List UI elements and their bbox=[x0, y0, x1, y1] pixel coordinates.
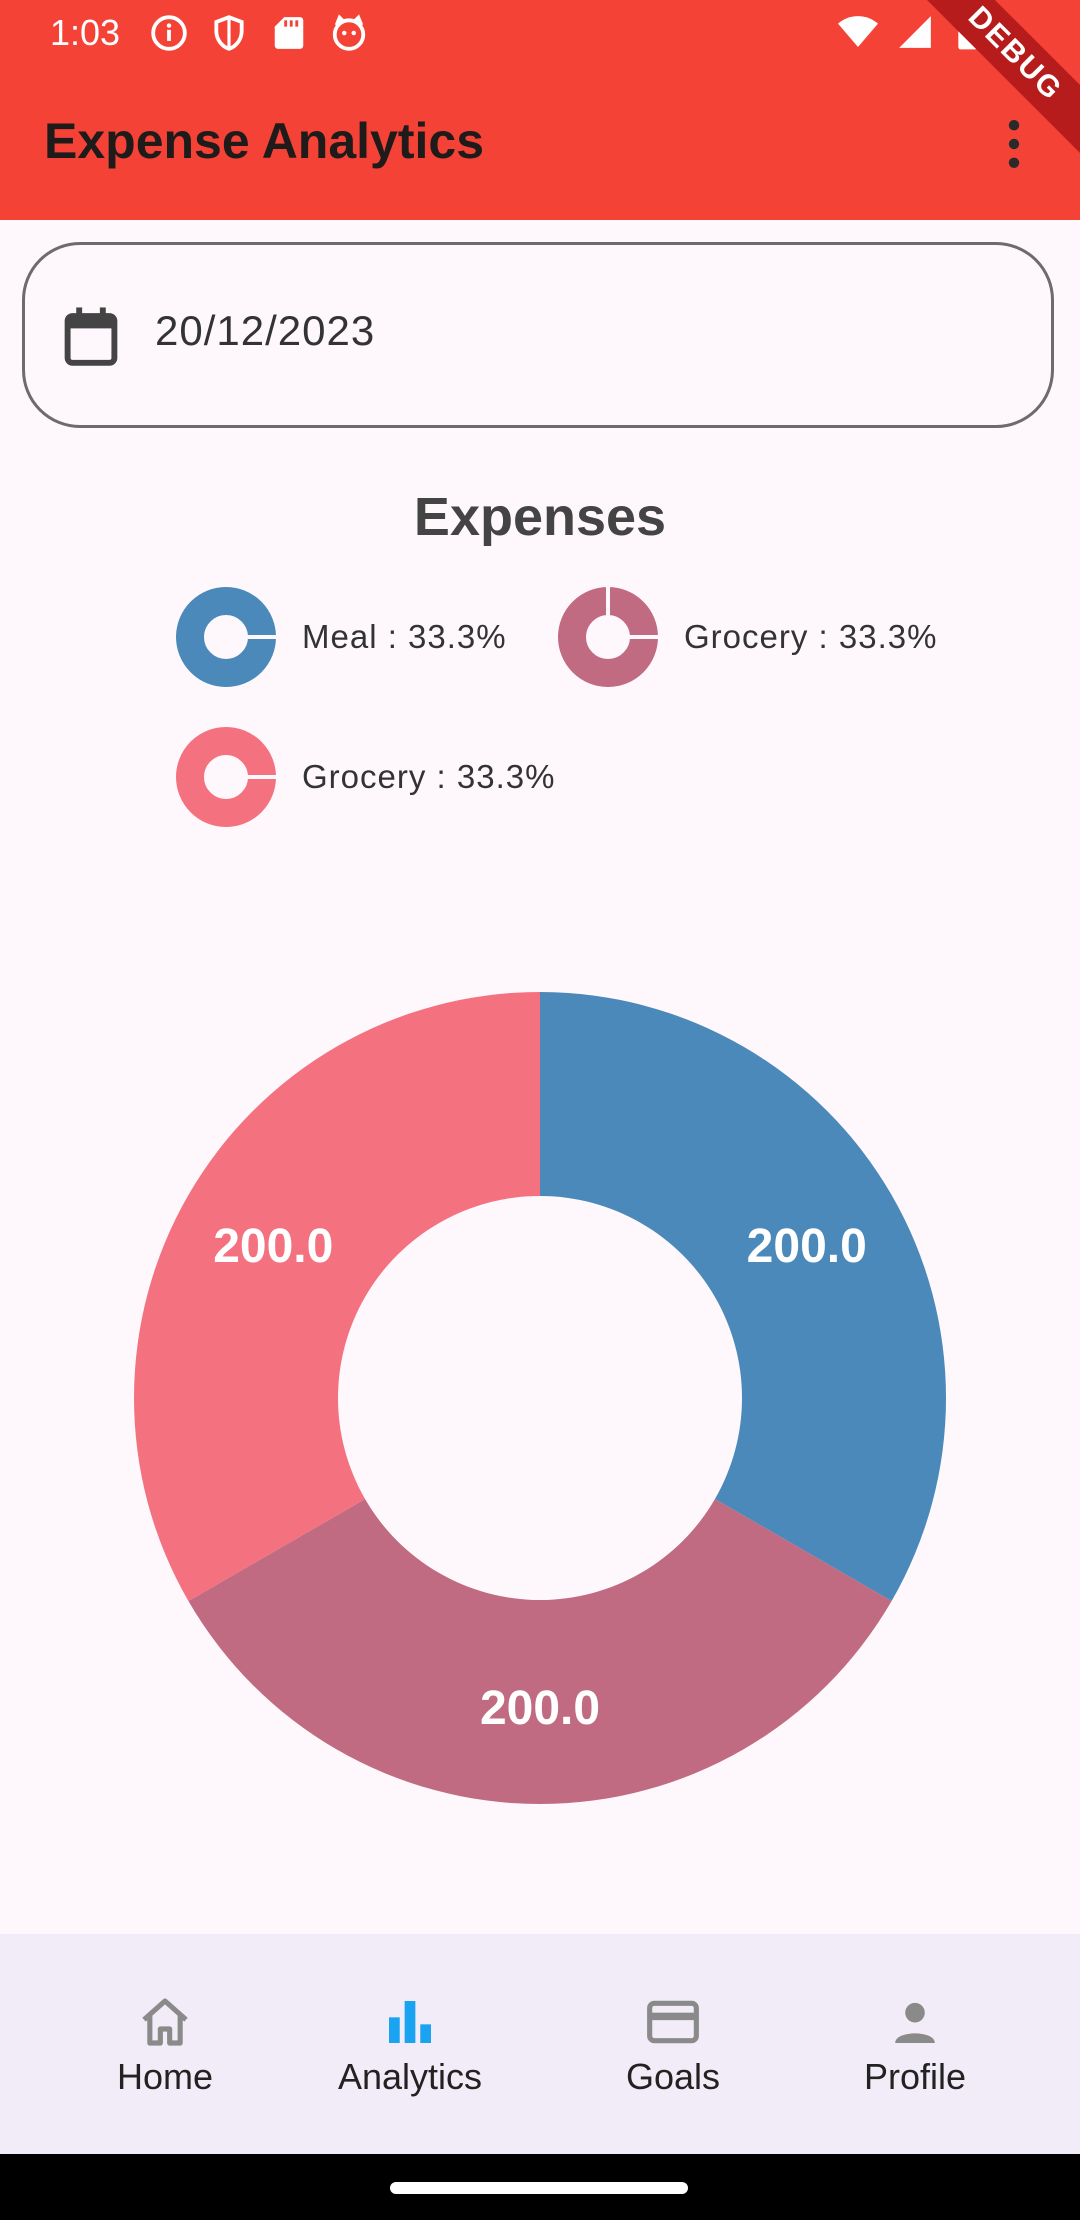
donut-data-label: 200.0 bbox=[480, 1682, 600, 1735]
legend-item-meal: Meal : 33.3% bbox=[174, 585, 507, 689]
legend-item-grocery: Grocery : 33.3% bbox=[556, 585, 937, 689]
legend-label: Grocery : 33.3% bbox=[302, 758, 556, 795]
person-icon bbox=[895, 2002, 935, 2043]
nav-label-analytics: Analytics bbox=[337, 2056, 483, 2097]
donut-data-label: 200.0 bbox=[213, 1220, 333, 1273]
nav-item-home[interactable]: Home bbox=[65, 1994, 265, 2098]
shield-icon bbox=[210, 14, 248, 52]
info-icon bbox=[150, 14, 188, 52]
signal-icon bbox=[896, 13, 934, 56]
bar-chart-icon bbox=[389, 2001, 431, 2043]
nav-item-goals[interactable]: Goals bbox=[573, 1994, 773, 2098]
expenses-heading: Expenses bbox=[413, 487, 667, 547]
home-icon bbox=[142, 1998, 188, 2046]
date-field[interactable]: 20/12/2023 bbox=[22, 242, 1054, 428]
legend-donut-icon bbox=[558, 585, 660, 687]
nav-item-analytics[interactable]: Analytics bbox=[310, 1994, 510, 2098]
credit-card-icon bbox=[647, 2000, 699, 2044]
nav-label-home: Home bbox=[116, 2056, 214, 2097]
wifi-icon bbox=[838, 12, 878, 57]
nav-item-profile[interactable]: Profile bbox=[815, 1994, 1015, 2098]
status-time: 1:03 bbox=[50, 12, 121, 53]
legend-donut-icon bbox=[176, 727, 278, 827]
donut-slice-grocery-1 bbox=[188, 1499, 892, 1804]
date-value: 20/12/2023 bbox=[155, 307, 376, 354]
donut-slice-grocery-2 bbox=[134, 992, 541, 1601]
system-nav-bar bbox=[0, 2154, 1080, 2220]
page-title: Expense Analytics bbox=[44, 113, 485, 169]
app-bar: 1:03 Expense Analytics DEBUG bbox=[0, 0, 1080, 220]
nav-label-profile: Profile bbox=[863, 2056, 967, 2097]
sd-card-icon bbox=[270, 14, 308, 52]
legend-donut-icon bbox=[176, 587, 278, 687]
home-gesture-handle[interactable] bbox=[390, 2182, 688, 2194]
cat-icon bbox=[330, 14, 368, 52]
nav-label-goals: Goals bbox=[625, 2056, 721, 2097]
legend-label: Grocery : 33.3% bbox=[684, 618, 938, 655]
more-vert-icon[interactable] bbox=[996, 118, 1032, 170]
legend-label: Meal : 33.3% bbox=[302, 618, 507, 655]
status-bar: 1:03 bbox=[0, 0, 1080, 66]
donut-data-label: 200.0 bbox=[747, 1220, 867, 1273]
legend-item-grocery-2: Grocery : 33.3% bbox=[174, 725, 555, 829]
expense-donut-chart: 200.0 200.0 200.0 bbox=[134, 992, 946, 1804]
bottom-nav: Home Analytics Goals Profile bbox=[0, 1934, 1080, 2154]
donut-slice-meal-0 bbox=[540, 992, 946, 1601]
calendar-icon bbox=[61, 305, 121, 369]
